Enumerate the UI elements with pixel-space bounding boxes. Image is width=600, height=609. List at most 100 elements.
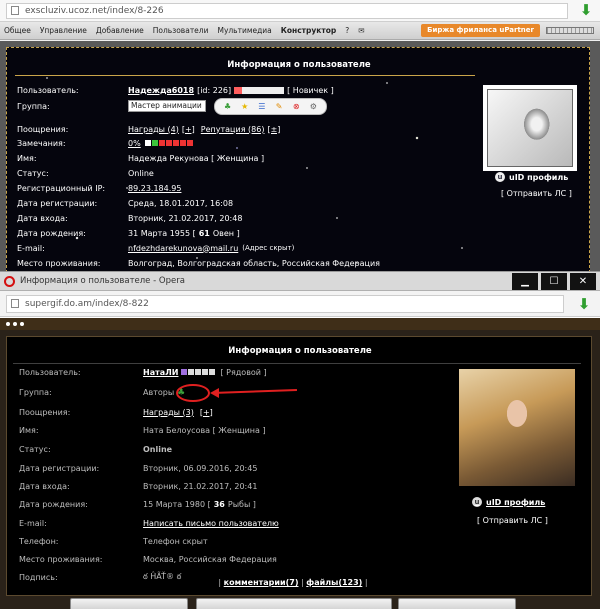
top-row-group: Группа: Мастер анимации bbox=[17, 100, 206, 112]
top-row-residence: Место проживания: Волгоград, Волгоградск… bbox=[17, 257, 380, 269]
top-birth-age: 61 bbox=[198, 228, 210, 238]
opera-phone-value: Телефон скрыт bbox=[143, 536, 208, 546]
opera-group-value: Авторы bbox=[143, 387, 175, 397]
opera-logo-icon bbox=[4, 275, 15, 287]
top-rewards-link[interactable]: Награды (4) bbox=[128, 125, 179, 134]
top-send-pm-link[interactable]: [ Отправить ЛС ] bbox=[501, 189, 572, 198]
top-reputation-plus[interactable]: [±] bbox=[267, 125, 280, 134]
top-name-value: Надежда Рекунова [ Женщина ] bbox=[128, 153, 265, 163]
top-url-text: exscluziv.ucoz.net/index/8-226 bbox=[25, 5, 164, 16]
top-uid-profile-link[interactable]: u uID профиль bbox=[495, 172, 568, 182]
top-avatar-frame bbox=[483, 85, 577, 171]
top-user-rank: [ Новичек ] bbox=[287, 85, 334, 95]
ucoz-menu-constructor[interactable]: Конструктор bbox=[281, 26, 336, 35]
top-panel-title: Информация о пользователе bbox=[227, 60, 371, 70]
opera-birth-pre: 15 Марта 1980 [ bbox=[143, 499, 211, 509]
files-link[interactable]: файлы(123) bbox=[306, 578, 362, 587]
sep-left: | bbox=[218, 578, 222, 587]
opera-status-value: Online bbox=[143, 444, 173, 454]
ucoz-menu-add[interactable]: Добавление bbox=[96, 26, 144, 35]
floating-editor-toolbar: ♣ ★ ☰ ✎ ⊗ ⚙ bbox=[214, 98, 327, 115]
minimize-icon[interactable]: ▁ bbox=[512, 273, 538, 290]
ucoz-menu-users[interactable]: Пользователи bbox=[153, 26, 209, 35]
close-icon[interactable]: ✕ bbox=[570, 273, 596, 290]
top-row-status: Статус: Online bbox=[17, 167, 154, 179]
page-icon bbox=[11, 299, 19, 308]
top-row-login: Дата входа: Вторник, 21.02.2017, 20:48 bbox=[17, 212, 242, 224]
star-icon[interactable]: ★ bbox=[239, 102, 251, 111]
ucoz-menu-multimedia[interactable]: Мультимедиа bbox=[217, 26, 271, 35]
download-arrow-icon[interactable]: ⬇ bbox=[576, 296, 592, 312]
opera-header-divider bbox=[13, 363, 581, 364]
opera-row-email: E-mail: Написать письмо пользователю bbox=[19, 517, 279, 529]
top-row-ip: Регистрационный IP: 89.23.184.95 bbox=[17, 182, 181, 194]
opera-name-value: Ната Белоусова [ Женщина ] bbox=[143, 425, 266, 435]
opera-rewards-plus[interactable]: [+] bbox=[200, 408, 213, 417]
top-rating-bar bbox=[234, 86, 285, 94]
opera-rank-boxes bbox=[181, 369, 216, 375]
opera-user-label: Пользователь: bbox=[19, 367, 81, 377]
top-group-label: Группа: bbox=[17, 101, 50, 111]
ucoz-bar-slider[interactable] bbox=[546, 27, 594, 34]
mail-icon[interactable]: ✉ bbox=[358, 26, 364, 35]
opera-activity-links: | комментарии(7) | файлы(123) | bbox=[0, 578, 586, 587]
opera-url-text: supergif.do.am/index/8-822 bbox=[25, 298, 149, 309]
list-icon[interactable]: ☰ bbox=[256, 102, 268, 111]
ucoz-admin-bar: Общее Управление Добавление Пользователи… bbox=[0, 22, 600, 40]
opera-status-label: Статус: bbox=[19, 444, 51, 454]
upartner-button[interactable]: Биржа фриланса uPartner bbox=[421, 24, 540, 37]
opera-row-user: Пользователь: НатаЛИ [ Рядовой ] bbox=[19, 366, 267, 378]
top-email-label: E-mail: bbox=[17, 243, 45, 253]
top-ip-link[interactable]: 89.23.184.95 bbox=[128, 184, 181, 193]
bottom-button-1[interactable] bbox=[70, 598, 188, 609]
delete-icon[interactable]: ⊗ bbox=[290, 102, 302, 111]
opera-rewards-link[interactable]: Награды (3) bbox=[143, 408, 194, 417]
opera-row-rewards: Поощрения: Награды (3) [+] bbox=[19, 406, 213, 418]
opera-row-group: Группа: Авторы ♣ bbox=[19, 386, 189, 398]
top-user-name-link[interactable]: Надежда6018 bbox=[128, 86, 194, 95]
top-avatar-image bbox=[487, 89, 573, 167]
opera-send-pm-link[interactable]: [ Отправить ЛС ] bbox=[477, 516, 548, 525]
top-group-select[interactable]: Мастер анимации bbox=[128, 100, 206, 112]
top-row-warnings: Замечания: 0% bbox=[17, 137, 194, 149]
users-icon[interactable]: ♣ bbox=[222, 102, 234, 111]
top-url-field[interactable]: exscluziv.ucoz.net/index/8-226 bbox=[6, 2, 568, 19]
top-status-label: Статус: bbox=[17, 168, 49, 178]
opera-url-field[interactable]: supergif.do.am/index/8-822 bbox=[6, 294, 564, 313]
opera-residence-label: Место проживания: bbox=[19, 554, 103, 564]
opera-login-value: Вторник, 21.02.2017, 20:41 bbox=[143, 481, 258, 491]
opera-uid-profile-link[interactable]: u uID профиль bbox=[472, 497, 545, 507]
top-page-background: Информация о пользователе Пользователь: … bbox=[0, 41, 600, 273]
top-row-reg: Дата регистрации: Среда, 18.01.2017, 16:… bbox=[17, 197, 233, 209]
top-row-name: Имя: Надежда Рекунова [ Женщина ] bbox=[17, 152, 264, 164]
opera-rewards-label: Поощрения: bbox=[19, 407, 71, 417]
gear-icon[interactable]: ⚙ bbox=[307, 102, 319, 111]
page-icon bbox=[11, 6, 19, 15]
bottom-button-3[interactable] bbox=[398, 598, 516, 609]
opera-row-birth: Дата рождения: 15 Марта 1980 [ 36 Рыбы ] bbox=[19, 498, 256, 510]
top-ip-label: Регистрационный IP: bbox=[17, 183, 106, 193]
opera-write-email-link[interactable]: Написать письмо пользователю bbox=[143, 519, 279, 528]
opera-birth-age: 36 bbox=[213, 499, 225, 509]
opera-group-label: Группа: bbox=[19, 387, 52, 397]
opera-user-name-link[interactable]: НатаЛИ bbox=[143, 368, 178, 377]
top-rewards-label: Поощрения: bbox=[17, 124, 69, 134]
bottom-button-2[interactable] bbox=[196, 598, 392, 609]
ucoz-menu-general[interactable]: Общее bbox=[4, 26, 31, 35]
top-reputation-link[interactable]: Репутация (86) bbox=[201, 125, 265, 134]
top-birth-label: Дата рождения: bbox=[17, 228, 86, 238]
top-row-email: E-mail: nfdezhdarekunova@mail.ru (Адрес … bbox=[17, 242, 294, 254]
ucoz-menu-help[interactable]: ? bbox=[345, 26, 349, 35]
pencil-icon[interactable]: ✎ bbox=[273, 102, 285, 111]
top-header-divider bbox=[15, 75, 475, 76]
top-rewards-plus[interactable]: [+] bbox=[182, 125, 195, 134]
opera-address-bar: supergif.do.am/index/8-822 ⬇ bbox=[0, 291, 600, 317]
top-login-label: Дата входа: bbox=[17, 213, 68, 223]
comments-link[interactable]: комментарии(7) bbox=[224, 578, 299, 587]
maximize-icon[interactable]: ☐ bbox=[541, 273, 567, 290]
top-email-link[interactable]: nfdezhdarekunova@mail.ru bbox=[128, 244, 238, 253]
top-browser-window: exscluziv.ucoz.net/index/8-226 ⬇ Общее У… bbox=[0, 0, 600, 273]
top-warnings-value[interactable]: 0% bbox=[128, 139, 141, 148]
ucoz-menu-manage[interactable]: Управление bbox=[40, 26, 87, 35]
download-arrow-icon[interactable]: ⬇ bbox=[578, 2, 594, 18]
